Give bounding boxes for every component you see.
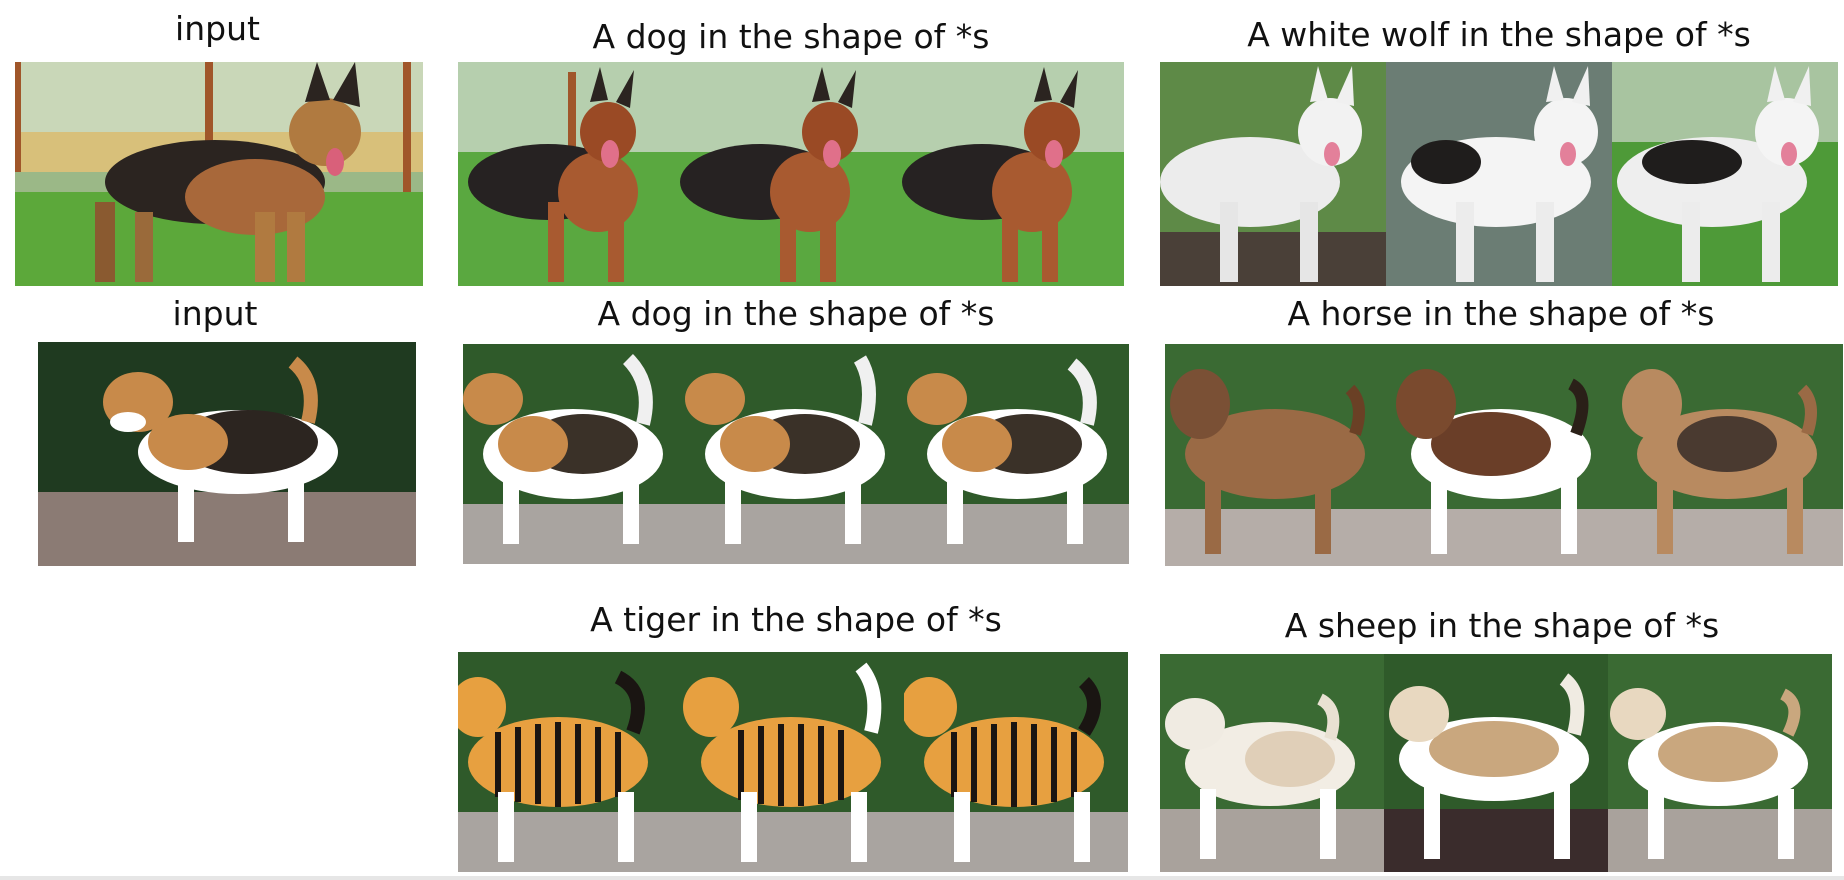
- output-image-row2-horse-3: [1617, 344, 1843, 566]
- output-image-row3-sheep-2: [1384, 654, 1608, 872]
- bottom-divider: [0, 876, 1844, 880]
- output-group-row1-dog: [458, 62, 1124, 286]
- output-image-row1-wolf-2: [1386, 62, 1612, 286]
- beagle-photo: [38, 342, 416, 566]
- input-image-row2: [38, 342, 416, 566]
- german-shepherd-photo: [15, 62, 423, 286]
- output-group-row3-sheep: [1160, 654, 1832, 872]
- output-image-row1-dog-3: [902, 62, 1124, 286]
- output-image-row1-dog-1: [458, 62, 680, 286]
- output-group-row2-dog: [463, 344, 1129, 564]
- output-image-row2-dog-3: [907, 344, 1129, 564]
- input-image-row1: [15, 62, 423, 286]
- output-image-row3-tiger-2: [681, 652, 904, 872]
- input-label-row1: input: [175, 9, 260, 48]
- caption-row2-group2: A horse in the shape of *s: [1287, 294, 1715, 333]
- output-image-row1-dog-2: [680, 62, 902, 286]
- input-label-row2: input: [172, 294, 258, 333]
- output-group-row1-wolf: [1160, 62, 1838, 286]
- output-image-row1-wolf-1: [1160, 62, 1386, 286]
- output-image-row1-wolf-3: [1612, 62, 1838, 286]
- output-image-row2-dog-1: [463, 344, 685, 564]
- output-image-row3-tiger-1: [458, 652, 681, 872]
- output-image-row3-sheep-1: [1160, 654, 1384, 872]
- output-image-row3-sheep-3: [1608, 654, 1832, 872]
- output-image-row2-horse-1: [1165, 344, 1391, 566]
- caption-row3-group2: A sheep in the shape of *s: [1284, 606, 1720, 645]
- output-image-row2-horse-2: [1391, 344, 1617, 566]
- output-group-row2-horse: [1165, 344, 1843, 566]
- caption-row2-group1: A dog in the shape of *s: [597, 294, 995, 333]
- caption-row1-group1: A dog in the shape of *s: [592, 17, 990, 56]
- caption-row1-group2: A white wolf in the shape of *s: [1247, 15, 1751, 54]
- caption-row3-group1: A tiger in the shape of *s: [590, 600, 1002, 639]
- output-image-row3-tiger-3: [904, 652, 1128, 872]
- output-image-row2-dog-2: [685, 344, 907, 564]
- output-group-row3-tiger: [458, 652, 1128, 872]
